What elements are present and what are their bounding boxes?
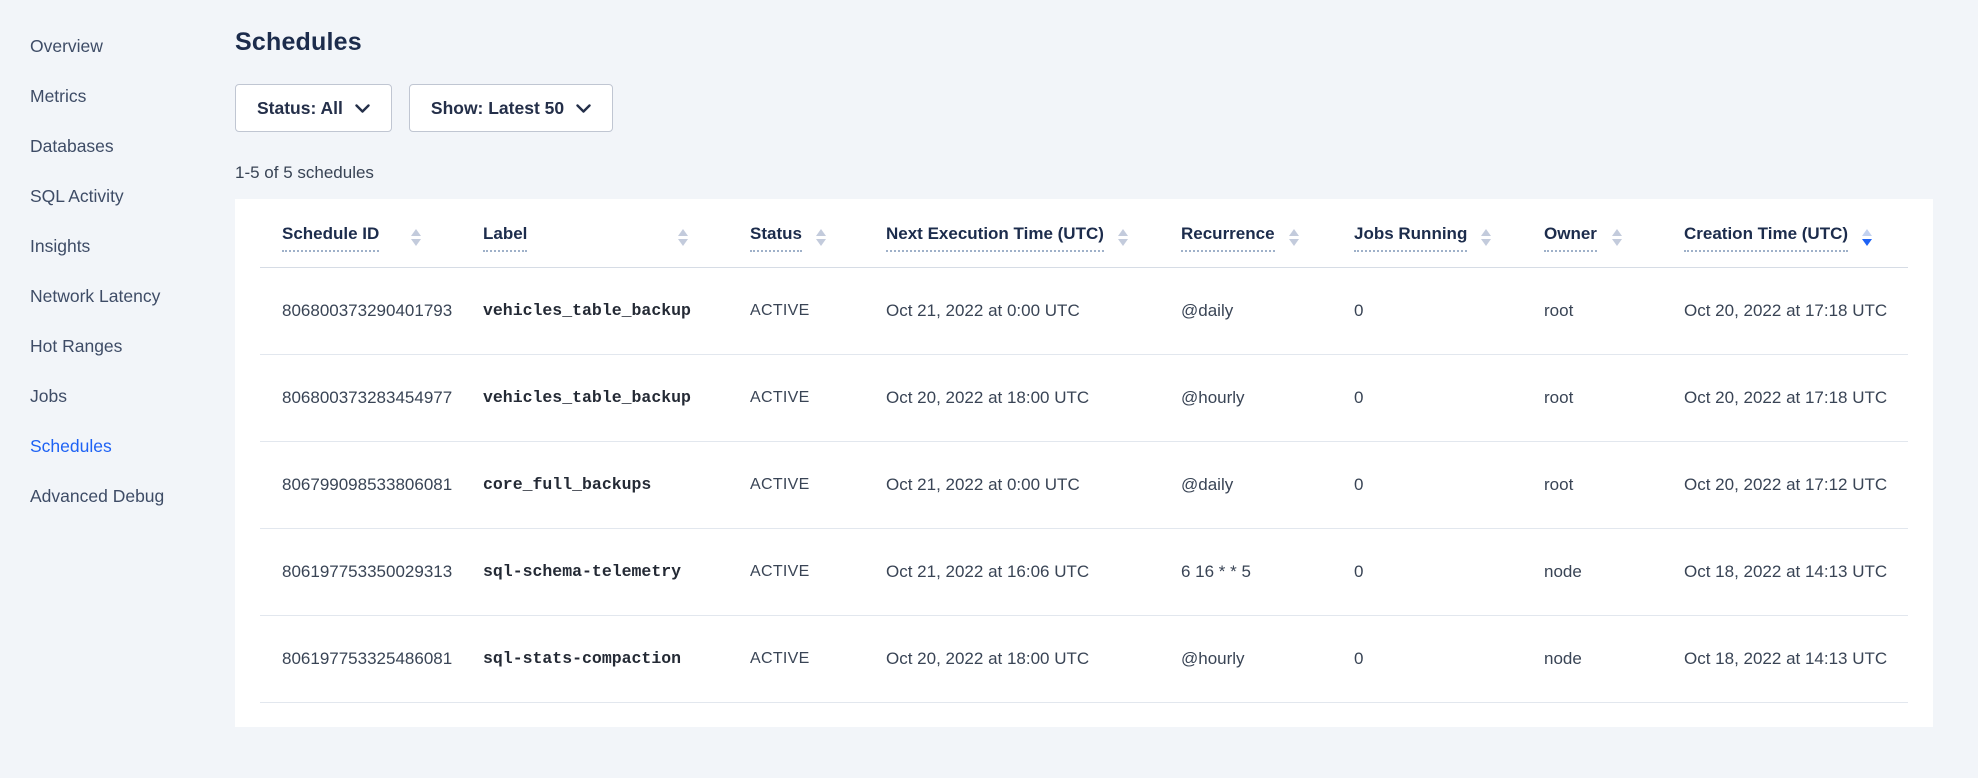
table-row: 806197753325486081 sql-stats-compaction … xyxy=(260,615,1908,702)
chevron-down-icon xyxy=(576,104,591,114)
sidebar-item-schedules[interactable]: Schedules xyxy=(30,421,210,471)
cell-status: ACTIVE xyxy=(728,354,864,441)
sidebar-item-jobs[interactable]: Jobs xyxy=(30,371,210,421)
show-filter-label: Show: Latest 50 xyxy=(431,98,564,119)
column-header-creation-time[interactable]: Creation Time (UTC) xyxy=(1662,199,1908,267)
column-header-label[interactable]: Label xyxy=(461,199,728,267)
cell-creation-time: Oct 20, 2022 at 17:18 UTC xyxy=(1662,267,1908,354)
column-label: Schedule ID xyxy=(282,224,379,252)
cell-owner: node xyxy=(1522,528,1662,615)
cell-label: sql-schema-telemetry xyxy=(461,528,728,615)
cell-jobs-running: 0 xyxy=(1332,441,1522,528)
cell-next-execution: Oct 20, 2022 at 18:00 UTC xyxy=(864,354,1159,441)
sort-arrows-icon xyxy=(1481,229,1491,246)
column-label: Owner xyxy=(1544,224,1597,252)
cell-owner: root xyxy=(1522,267,1662,354)
cell-creation-time: Oct 18, 2022 at 14:13 UTC xyxy=(1662,615,1908,702)
cell-schedule-id: 806197753350029313 xyxy=(260,528,461,615)
sidebar-item-sql-activity[interactable]: SQL Activity xyxy=(30,171,210,221)
schedules-table-card: Schedule ID Label Status xyxy=(235,199,1933,727)
cell-creation-time: Oct 20, 2022 at 17:18 UTC xyxy=(1662,354,1908,441)
cell-recurrence: @hourly xyxy=(1159,615,1332,702)
cell-status: ACTIVE xyxy=(728,267,864,354)
cell-status: ACTIVE xyxy=(728,615,864,702)
page-title: Schedules xyxy=(235,28,1933,57)
schedules-table: Schedule ID Label Status xyxy=(260,199,1908,703)
sidebar-item-advanced-debug[interactable]: Advanced Debug xyxy=(30,471,210,521)
sort-arrows-icon xyxy=(816,229,826,246)
cell-status: ACTIVE xyxy=(728,441,864,528)
cell-jobs-running: 0 xyxy=(1332,615,1522,702)
sort-arrows-icon xyxy=(411,229,421,246)
column-header-next-execution-time[interactable]: Next Execution Time (UTC) xyxy=(864,199,1159,267)
cell-label: vehicles_table_backup xyxy=(461,354,728,441)
table-row: 806800373290401793 vehicles_table_backup… xyxy=(260,267,1908,354)
cell-owner: root xyxy=(1522,441,1662,528)
cell-creation-time: Oct 18, 2022 at 14:13 UTC xyxy=(1662,528,1908,615)
cell-recurrence: @daily xyxy=(1159,267,1332,354)
column-header-owner[interactable]: Owner xyxy=(1522,199,1662,267)
table-row: 806800373283454977 vehicles_table_backup… xyxy=(260,354,1908,441)
results-summary: 1-5 of 5 schedules xyxy=(235,163,1933,183)
cell-schedule-id: 806800373290401793 xyxy=(260,267,461,354)
cell-schedule-id: 806800373283454977 xyxy=(260,354,461,441)
status-filter-dropdown[interactable]: Status: All xyxy=(235,84,392,132)
cell-next-execution: Oct 21, 2022 at 0:00 UTC xyxy=(864,267,1159,354)
sidebar-item-hot-ranges[interactable]: Hot Ranges xyxy=(30,321,210,371)
sort-arrows-icon xyxy=(1612,229,1622,246)
column-header-status[interactable]: Status xyxy=(728,199,864,267)
status-filter-label: Status: All xyxy=(257,98,343,119)
column-header-schedule-id[interactable]: Schedule ID xyxy=(260,199,461,267)
sort-arrows-icon xyxy=(1289,229,1299,246)
column-header-jobs-running[interactable]: Jobs Running xyxy=(1332,199,1522,267)
cell-label: core_full_backups xyxy=(461,441,728,528)
cell-recurrence: 6 16 * * 5 xyxy=(1159,528,1332,615)
cell-next-execution: Oct 21, 2022 at 16:06 UTC xyxy=(864,528,1159,615)
cell-label: sql-stats-compaction xyxy=(461,615,728,702)
cell-recurrence: @daily xyxy=(1159,441,1332,528)
main-content: Schedules Status: All Show: Latest 50 1-… xyxy=(235,0,1933,727)
table-row: 806197753350029313 sql-schema-telemetry … xyxy=(260,528,1908,615)
cell-status: ACTIVE xyxy=(728,528,864,615)
column-label: Creation Time (UTC) xyxy=(1684,224,1848,252)
filter-row: Status: All Show: Latest 50 xyxy=(235,84,1933,132)
cell-schedule-id: 806799098533806081 xyxy=(260,441,461,528)
cell-owner: node xyxy=(1522,615,1662,702)
table-header-row: Schedule ID Label Status xyxy=(260,199,1908,267)
cell-jobs-running: 0 xyxy=(1332,267,1522,354)
cell-label: vehicles_table_backup xyxy=(461,267,728,354)
column-label: Label xyxy=(483,224,527,252)
column-label: Status xyxy=(750,224,802,252)
chevron-down-icon xyxy=(355,104,370,114)
sort-arrows-icon xyxy=(678,229,688,246)
sidebar-item-insights[interactable]: Insights xyxy=(30,221,210,271)
cell-creation-time: Oct 20, 2022 at 17:12 UTC xyxy=(1662,441,1908,528)
column-label: Recurrence xyxy=(1181,224,1275,252)
sort-arrows-desc-icon xyxy=(1862,229,1872,246)
cell-jobs-running: 0 xyxy=(1332,528,1522,615)
sidebar: Overview Metrics Databases SQL Activity … xyxy=(0,0,210,778)
cell-owner: root xyxy=(1522,354,1662,441)
cell-schedule-id: 806197753325486081 xyxy=(260,615,461,702)
cell-jobs-running: 0 xyxy=(1332,354,1522,441)
sort-arrows-icon xyxy=(1118,229,1128,246)
column-header-recurrence[interactable]: Recurrence xyxy=(1159,199,1332,267)
sidebar-item-metrics[interactable]: Metrics xyxy=(30,71,210,121)
cell-next-execution: Oct 21, 2022 at 0:00 UTC xyxy=(864,441,1159,528)
cell-next-execution: Oct 20, 2022 at 18:00 UTC xyxy=(864,615,1159,702)
cell-recurrence: @hourly xyxy=(1159,354,1332,441)
sidebar-item-network-latency[interactable]: Network Latency xyxy=(30,271,210,321)
column-label: Jobs Running xyxy=(1354,224,1467,252)
column-label: Next Execution Time (UTC) xyxy=(886,224,1104,252)
table-row: 806799098533806081 core_full_backups ACT… xyxy=(260,441,1908,528)
sidebar-item-overview[interactable]: Overview xyxy=(30,21,210,71)
show-filter-dropdown[interactable]: Show: Latest 50 xyxy=(409,84,613,132)
sidebar-item-databases[interactable]: Databases xyxy=(30,121,210,171)
